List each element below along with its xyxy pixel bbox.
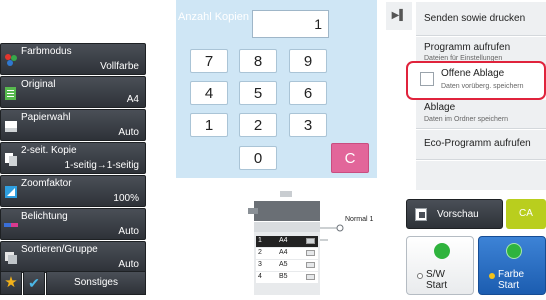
setting-value: Vollfarbe: [100, 61, 139, 72]
setting-label: 2-seit. Kopie: [21, 145, 77, 156]
bw-label: S/W Start: [426, 269, 448, 291]
key-3[interactable]: 3: [289, 113, 327, 137]
tray-size: A4: [279, 249, 288, 256]
key-9[interactable]: 9: [289, 49, 327, 73]
paper-select-button[interactable]: Papierwahl Auto: [0, 109, 146, 141]
key-6[interactable]: 6: [289, 81, 327, 105]
keypad-title: Anzahl Kopien: [178, 11, 249, 23]
menu-eco-program[interactable]: Eco-Programm aufrufen: [416, 130, 546, 160]
color-label: Farbe Start: [498, 269, 525, 291]
tray-number: 4: [258, 273, 262, 280]
copy-count-keypad: Anzahl Kopien 1 7 8 9 4 5 6 1 2 3 0 C: [176, 0, 377, 178]
setting-label: Farbmodus: [21, 46, 72, 57]
setting-value: 1-seitig→1-seitig: [64, 160, 139, 171]
zoom-icon: [4, 185, 18, 199]
setting-label: Belichtung: [21, 211, 68, 222]
preview-label: Vorschau: [437, 209, 479, 220]
setting-value: 100%: [113, 193, 139, 204]
check-icon[interactable]: ✔: [23, 271, 45, 295]
clear-key[interactable]: C: [331, 143, 369, 173]
tray-icon: [306, 238, 315, 244]
quick-file-checkbox[interactable]: [420, 72, 434, 86]
zoom-button[interactable]: Zoomfaktor 100%: [0, 175, 146, 207]
menu-item-title: Programm aufrufen: [424, 42, 511, 53]
tray-row[interactable]: 2 A4: [256, 248, 318, 259]
setting-value: Auto: [118, 259, 139, 270]
exposure-icon: [4, 218, 18, 232]
sort-group-button[interactable]: Sortieren/Gruppe Auto: [0, 241, 146, 273]
paper-tray-list: 1 A4 2 A4 3 A5 4 B5: [256, 236, 318, 283]
color-mode-icon: [4, 53, 18, 67]
color-start-button[interactable]: Farbe Start: [478, 236, 546, 295]
menu-item-title: Eco-Programm aufrufen: [424, 138, 531, 149]
tray-number: 2: [258, 249, 262, 256]
key-2[interactable]: 2: [239, 113, 277, 137]
expand-arrow-icon[interactable]: ▶▌: [386, 2, 412, 30]
duplex-icon: [4, 152, 18, 166]
exposure-button[interactable]: Belichtung Auto: [0, 208, 146, 240]
setting-label: Papierwahl: [21, 112, 71, 123]
bw-dot-icon: [417, 273, 423, 279]
paper-icon: [4, 119, 18, 133]
key-5[interactable]: 5: [239, 81, 277, 105]
color-dot-icon: [489, 273, 495, 279]
preview-button[interactable]: Vorschau: [406, 199, 503, 229]
menu-filing[interactable]: Ablage Daten im Ordner speichern: [416, 100, 546, 129]
key-4[interactable]: 4: [190, 81, 228, 105]
menu-quick-file-highlighted[interactable]: Offene Ablage Daten vorüberg. speichern: [406, 61, 546, 100]
sort-icon: [4, 251, 18, 265]
tray-number: 3: [258, 261, 262, 268]
menu-item-title: Ablage: [424, 102, 456, 113]
menu-item-sub: Daten im Ordner speichern: [424, 116, 509, 123]
preview-icon: [415, 208, 427, 221]
bottom-bar: ★ ✔ Sonstiges: [0, 271, 146, 295]
duplex-copy-button[interactable]: 2-seit. Kopie 1-seitig→1-seitig: [0, 142, 146, 174]
machine-illustration: Normal 1 1 A4 2 A4 3 A5 4 B5: [244, 188, 394, 295]
tray-icon: [306, 250, 315, 256]
other-button[interactable]: Sonstiges: [46, 271, 146, 295]
setting-label: Zoomfaktor: [21, 178, 72, 189]
setting-label: Sortieren/Gruppe: [21, 244, 98, 255]
key-1[interactable]: 1: [190, 113, 228, 137]
settings-panel: Farbmodus Vollfarbe Original A4 Papierwa…: [0, 0, 148, 295]
output-tray-label: Normal 1: [345, 216, 374, 223]
tray-size: A4: [279, 237, 288, 244]
key-7[interactable]: 7: [190, 49, 228, 73]
setting-value: Auto: [118, 226, 139, 237]
menu-item-sub: Daten vorüberg. speichern: [441, 83, 524, 90]
tray-row[interactable]: 1 A4: [256, 236, 318, 247]
tray-number: 1: [258, 237, 262, 244]
setting-label: Original: [21, 79, 56, 90]
start-icon: [506, 243, 522, 259]
tray-icon: [306, 262, 315, 268]
original-button[interactable]: Original A4: [0, 76, 146, 108]
setting-value: A4: [126, 94, 139, 105]
tray-size: A5: [279, 261, 288, 268]
tray-size: B5: [279, 273, 288, 280]
copy-count-field[interactable]: 1: [252, 10, 329, 38]
tray-row[interactable]: 3 A5: [256, 260, 318, 271]
bw-start-button[interactable]: S/W Start: [406, 236, 474, 295]
clear-all-button[interactable]: CA: [506, 199, 546, 229]
color-mode-button[interactable]: Farbmodus Vollfarbe: [0, 43, 146, 75]
favorites-star-icon[interactable]: ★: [0, 271, 22, 295]
tray-row[interactable]: 4 B5: [256, 272, 318, 283]
menu-empty-slot: [416, 161, 546, 190]
start-icon: [434, 243, 450, 259]
setting-value: Auto: [118, 127, 139, 138]
key-0[interactable]: 0: [239, 146, 277, 170]
tray-icon: [306, 274, 315, 280]
menu-item-title: Senden sowie drucken: [424, 13, 526, 24]
menu-send-and-print[interactable]: Senden sowie drucken: [416, 2, 546, 36]
key-8[interactable]: 8: [239, 49, 277, 73]
original-icon: [4, 86, 18, 100]
menu-item-title: Offene Ablage: [441, 68, 505, 79]
